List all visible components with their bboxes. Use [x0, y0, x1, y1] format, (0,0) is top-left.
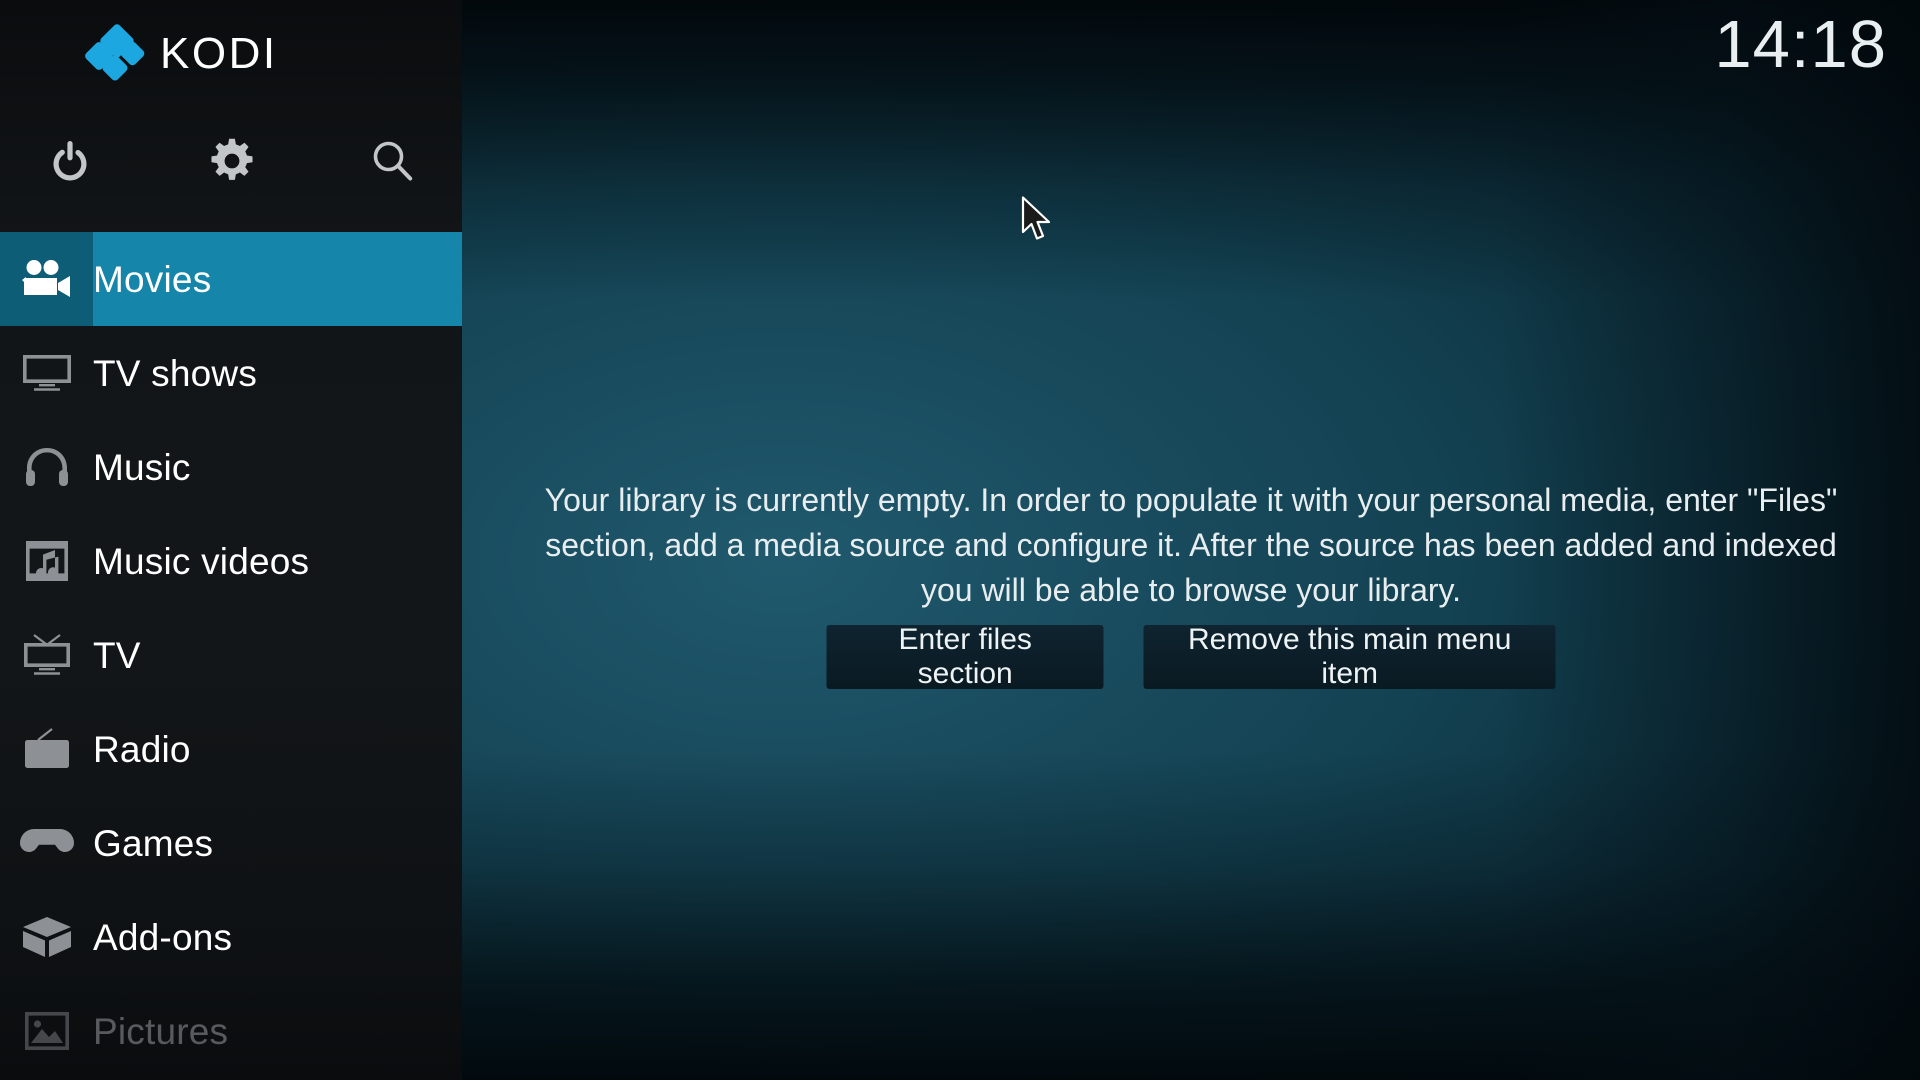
- content-panel: Your library is currently empty. In orde…: [462, 0, 1920, 1080]
- sidebar-item-label: Movies: [93, 258, 212, 300]
- sidebar-item-label: Games: [93, 822, 214, 864]
- sidebar-item-pictures[interactable]: Pictures: [0, 984, 462, 1078]
- kodi-home-screen: KODI ™: [0, 0, 1920, 1080]
- sidebar-item-games[interactable]: Games: [0, 796, 462, 890]
- sidebar-item-add-ons[interactable]: Add-ons: [0, 890, 462, 984]
- enter-files-section-button[interactable]: Enter files section: [826, 623, 1104, 690]
- monitor-icon: [0, 326, 93, 420]
- main-menu: Movies TV shows Music Music videos TV Ra…: [0, 232, 462, 1078]
- sidebar-item-label: Music: [93, 446, 191, 488]
- empty-library-message: Your library is currently empty. In orde…: [544, 482, 1838, 608]
- sidebar-item-label: Add-ons: [93, 916, 233, 958]
- remove-main-menu-item-button[interactable]: Remove this main menu item: [1143, 623, 1556, 690]
- radio-icon: [0, 702, 93, 796]
- app-name: KODI: [160, 29, 278, 78]
- television-icon: [0, 608, 93, 702]
- power-icon: [49, 139, 91, 183]
- sidebar-item-label: Music videos: [93, 540, 310, 582]
- sidebar-item-radio[interactable]: Radio: [0, 702, 462, 796]
- headphones-icon: [0, 420, 93, 514]
- clock: 14:18: [1714, 7, 1887, 82]
- kodi-logo-icon: [83, 22, 146, 83]
- sidebar-item-music-videos[interactable]: Music videos: [0, 514, 462, 608]
- sidebar-item-tv-shows[interactable]: TV shows: [0, 326, 462, 420]
- sidebar-item-movies[interactable]: Movies: [0, 232, 462, 326]
- sidebar-item-label: Pictures: [93, 1010, 229, 1052]
- sidebar-item-label: TV shows: [93, 352, 258, 394]
- power-button[interactable]: [34, 125, 106, 197]
- search-icon: [370, 139, 414, 183]
- picture-icon: [0, 984, 93, 1078]
- addon-box-icon: [0, 890, 93, 984]
- film-music-icon: [0, 514, 93, 608]
- sidebar: KODI ™: [0, 0, 462, 1080]
- action-button-row: Enter files section Remove this main men…: [826, 623, 1556, 690]
- movie-camera-icon: [0, 232, 93, 326]
- sidebar-item-music[interactable]: Music: [0, 420, 462, 514]
- gamepad-icon: [0, 796, 93, 890]
- search-button[interactable]: [356, 125, 428, 197]
- sidebar-item-tv[interactable]: TV: [0, 608, 462, 702]
- gear-icon: [209, 138, 255, 184]
- sidebar-toolbar: [0, 125, 462, 197]
- app-logo: KODI ™: [0, 18, 462, 90]
- settings-button[interactable]: [196, 125, 268, 197]
- sidebar-item-label: TV: [93, 634, 141, 676]
- sidebar-item-label: Radio: [93, 728, 191, 770]
